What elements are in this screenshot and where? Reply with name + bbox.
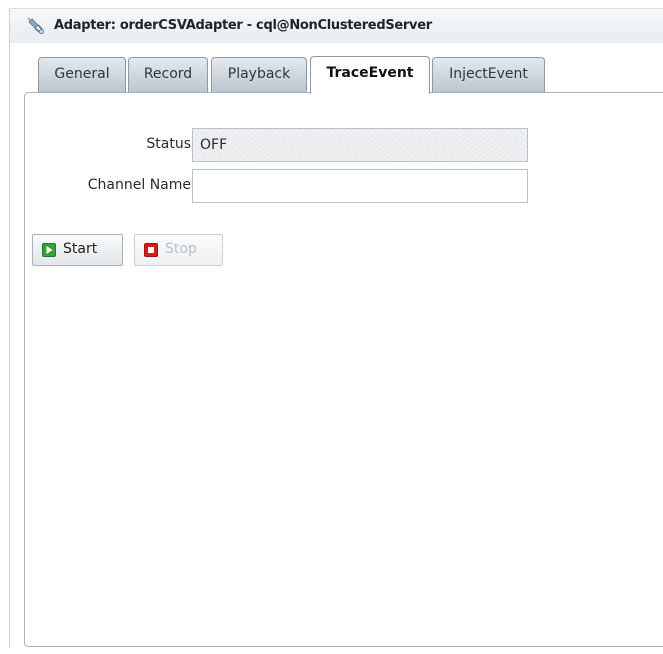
tab-injectevent[interactable]: InjectEvent xyxy=(432,57,545,92)
title-bar: Adapter: orderCSVAdapter - cql@NonCluste… xyxy=(10,8,663,43)
play-icon xyxy=(42,243,56,257)
window-left-border xyxy=(9,8,10,648)
tab-playback[interactable]: Playback xyxy=(211,57,307,92)
tab-record[interactable]: Record xyxy=(128,57,208,92)
tab-traceevent[interactable]: TraceEvent xyxy=(310,56,430,94)
stop-button-label: Stop xyxy=(165,241,197,257)
channel-name-input[interactable] xyxy=(192,169,528,203)
adapter-icon xyxy=(27,17,45,35)
stop-button: Stop xyxy=(134,234,223,266)
stop-icon xyxy=(144,243,158,257)
traceevent-panel: Status OFF Channel Name Start Stop xyxy=(24,92,663,647)
tab-general[interactable]: General xyxy=(38,57,126,92)
status-label: Status xyxy=(146,136,191,152)
start-button[interactable]: Start xyxy=(32,234,123,266)
status-field: OFF xyxy=(192,128,528,162)
channel-name-label: Channel Name xyxy=(87,177,191,193)
start-button-label: Start xyxy=(63,241,98,257)
window-title: Adapter: orderCSVAdapter - cql@NonCluste… xyxy=(54,18,432,33)
adapter-window: Adapter: orderCSVAdapter - cql@NonCluste… xyxy=(0,0,663,654)
